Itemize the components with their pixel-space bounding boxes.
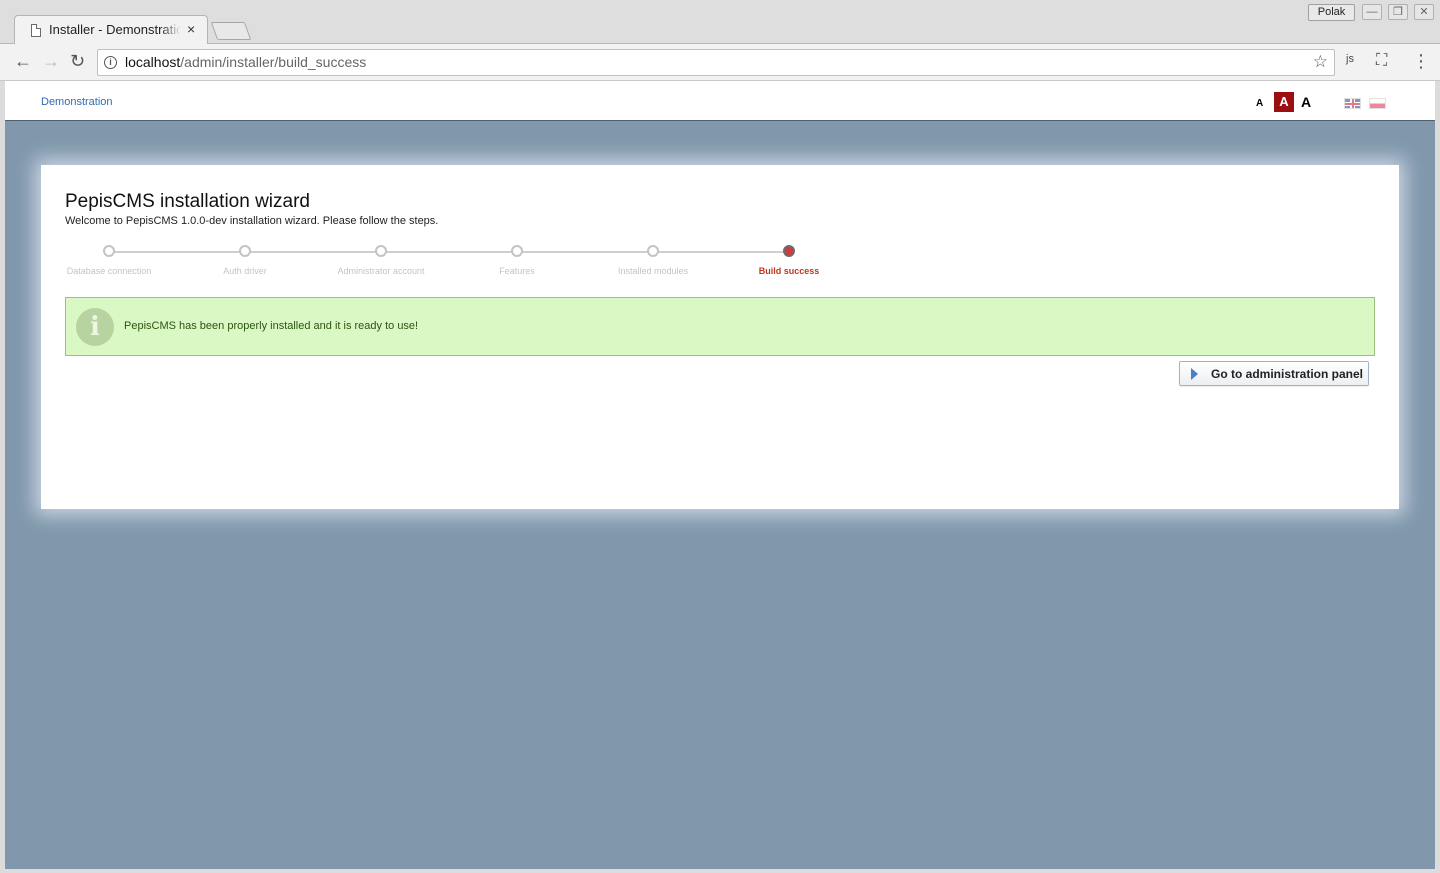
site-header: Demonstration A A A [5, 81, 1435, 121]
english-flag-icon[interactable] [1344, 98, 1361, 109]
url-text: localhost/admin/installer/build_success [125, 54, 366, 70]
step-dot [375, 245, 387, 257]
font-size-large-button[interactable]: A [1301, 94, 1311, 110]
step-dot [103, 245, 115, 257]
cast-icon[interactable]: ⛶ [1376, 51, 1387, 71]
address-bar[interactable]: i localhost/admin/installer/build_succes… [97, 49, 1335, 76]
polish-flag-icon[interactable] [1369, 98, 1386, 109]
wizard-card: PepisCMS installation wizard Welcome to … [41, 165, 1399, 509]
step-administrator-account: Administrator account [313, 245, 449, 276]
maximize-icon[interactable]: ❐ [1388, 4, 1408, 20]
browser-toolbar: ← → ↻ i localhost/admin/installer/build_… [0, 44, 1440, 81]
step-label: Features [499, 266, 535, 276]
page-icon [31, 24, 41, 37]
back-icon[interactable]: ← [14, 51, 32, 71]
success-alert: i PepisCMS has been properly installed a… [65, 297, 1375, 356]
font-size-small-button[interactable]: A [1256, 98, 1263, 109]
play-arrow-icon [1191, 368, 1198, 380]
brand-link[interactable]: Demonstration [41, 96, 113, 108]
alert-message: PepisCMS has been properly installed and… [124, 320, 419, 332]
go-to-admin-panel-button[interactable]: Go to administration panel [1179, 361, 1369, 386]
url-path: /admin/installer/build_success [180, 54, 367, 70]
new-tab-button[interactable] [210, 22, 252, 40]
button-label: Go to administration panel [1211, 367, 1364, 381]
step-label: Installed modules [617, 266, 689, 276]
step-installed-modules: Installed modules [585, 245, 721, 276]
step-database-connection: Database connection [41, 245, 177, 276]
browser-tab[interactable]: Installer - Demonstration × [14, 15, 208, 45]
tab-close-icon[interactable]: × [187, 21, 195, 37]
profile-button[interactable]: Polak [1308, 4, 1355, 21]
step-dot-active [783, 245, 795, 257]
js-extension-icon[interactable]: js [1346, 53, 1354, 65]
reload-icon[interactable]: ↻ [70, 51, 85, 71]
info-icon: i [76, 308, 114, 346]
step-dot [511, 245, 523, 257]
step-label: Auth driver [223, 266, 267, 276]
step-label: Administrator account [337, 266, 425, 276]
step-label: Database connection [66, 266, 152, 276]
step-label: Build success [758, 266, 820, 276]
page-subtitle: Welcome to PepisCMS 1.0.0-dev installati… [65, 215, 439, 227]
step-build-success: Build success [721, 245, 857, 276]
minimize-icon[interactable]: — [1362, 4, 1382, 20]
step-auth-driver: Auth driver [177, 245, 313, 276]
step-dot [647, 245, 659, 257]
wizard-steps: Database connection Auth driver Administ… [41, 245, 861, 285]
page-viewport: Demonstration A A A PepisCMS installatio… [5, 81, 1435, 869]
menu-icon[interactable]: ⋮ [1412, 51, 1430, 71]
tab-title: Installer - Demonstration [49, 22, 181, 37]
bookmark-star-icon[interactable]: ☆ [1313, 52, 1328, 72]
step-dot [239, 245, 251, 257]
site-info-icon[interactable]: i [104, 56, 117, 69]
font-size-medium-button[interactable]: A [1274, 92, 1294, 112]
forward-icon[interactable]: → [42, 51, 60, 71]
browser-titlebar: Installer - Demonstration × Polak — ❐ ✕ [0, 0, 1440, 45]
page-title: PepisCMS installation wizard [65, 191, 310, 212]
step-features: Features [449, 245, 585, 276]
close-window-icon[interactable]: ✕ [1414, 4, 1434, 20]
url-host: localhost [125, 54, 181, 70]
